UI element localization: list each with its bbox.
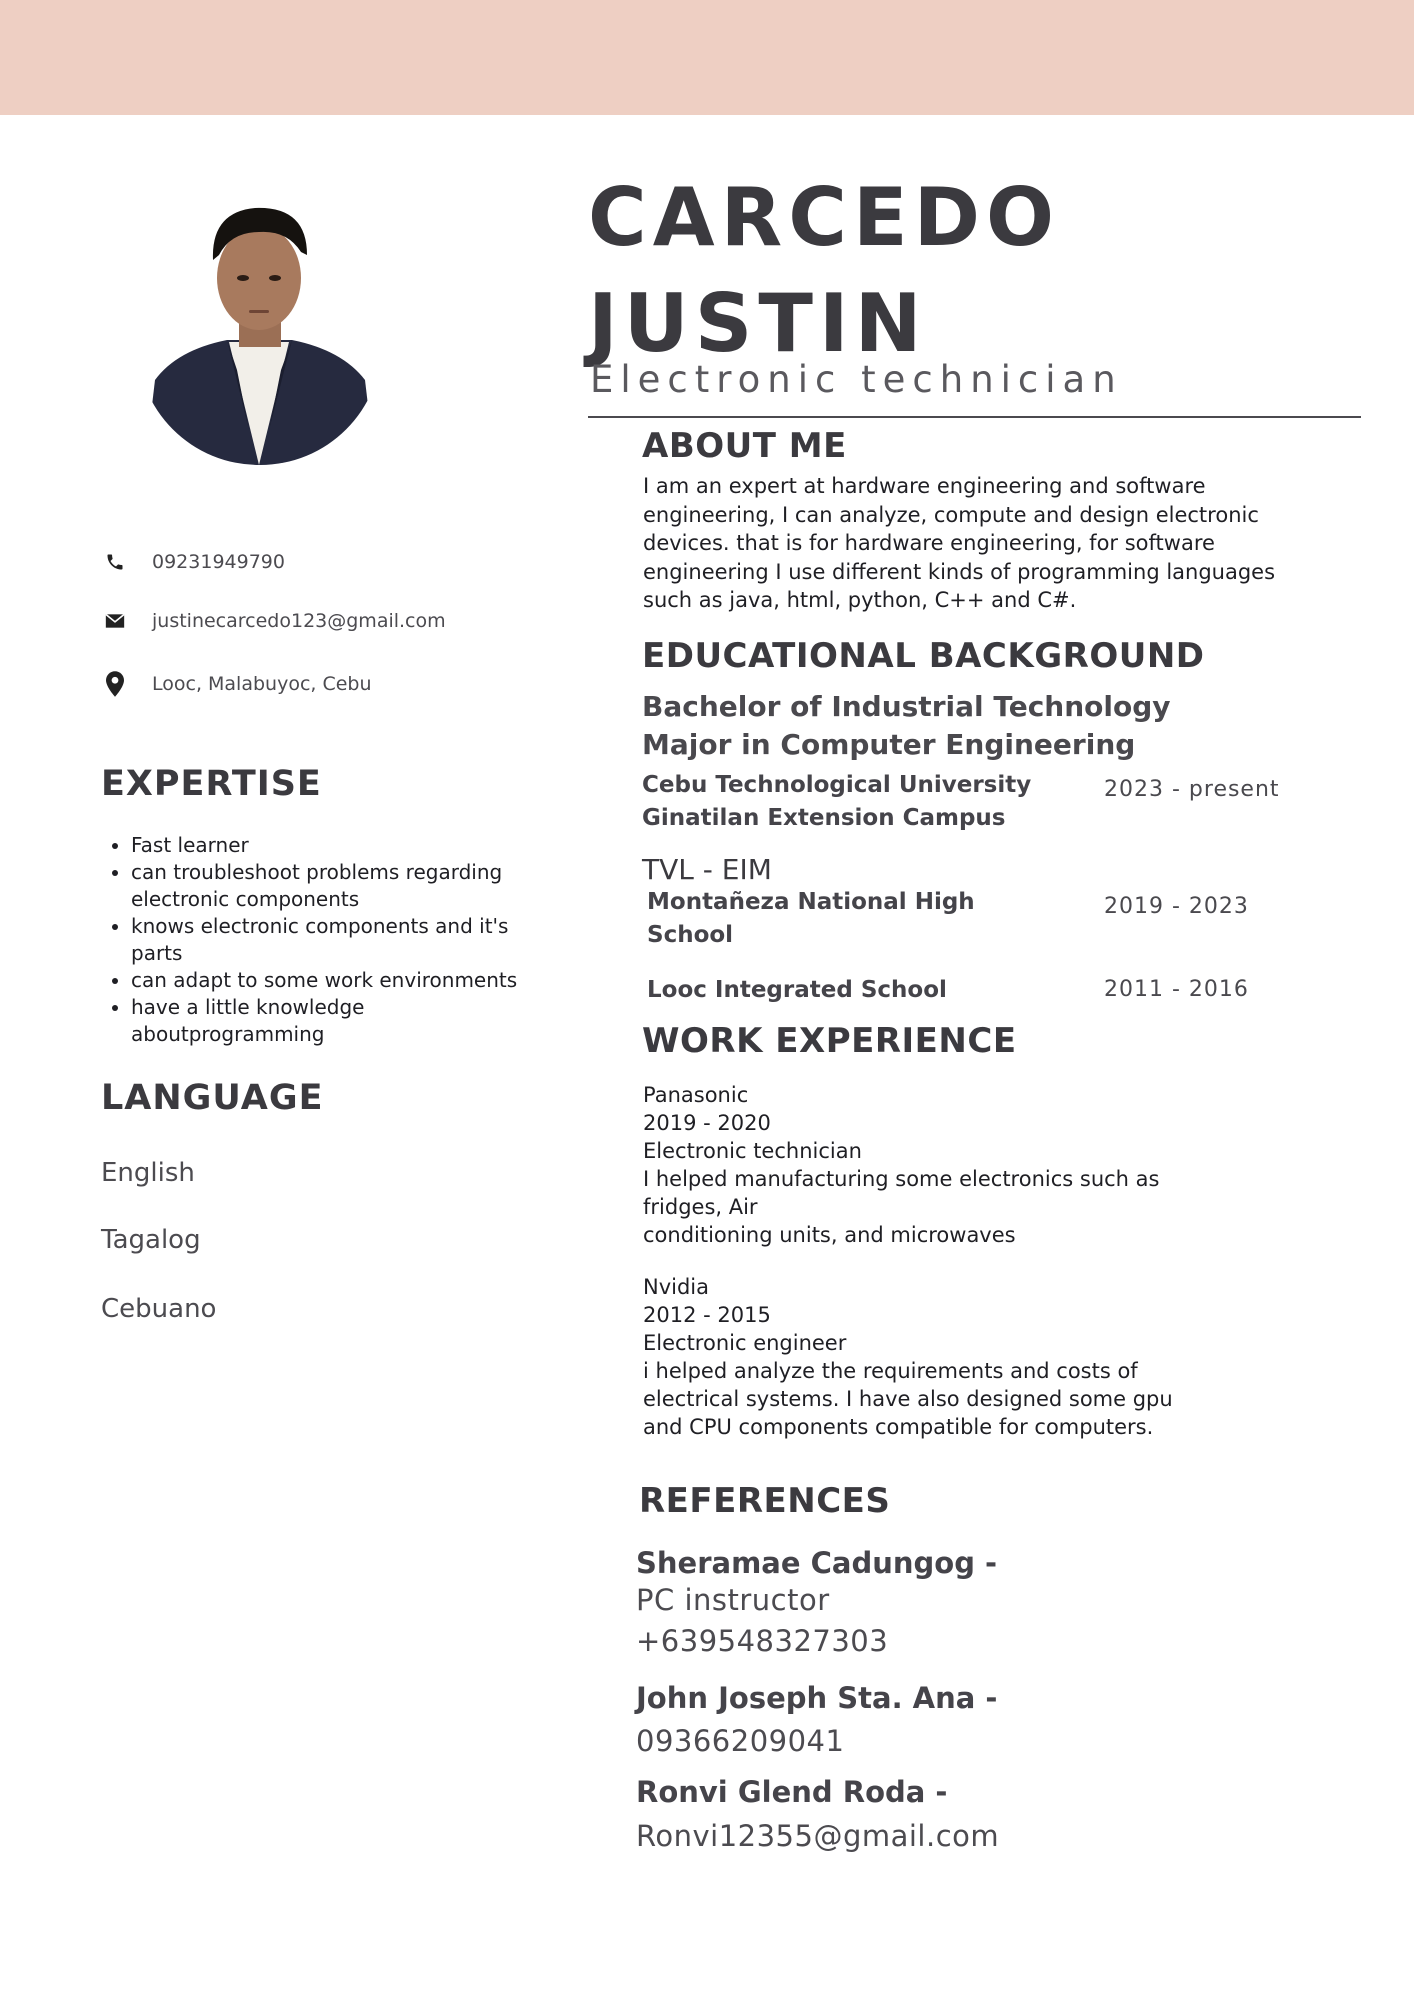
highschool-years: 2019 - 2023 bbox=[1104, 894, 1249, 919]
list-item: have a little knowledge aboutprogramming bbox=[131, 994, 551, 1048]
degree-line-1: Bachelor of Industrial Technology bbox=[642, 690, 1171, 723]
contact-address: Looc, Malabuyoc, Cebu bbox=[103, 671, 372, 697]
college-years: 2023 - present bbox=[1104, 777, 1280, 802]
language-heading: LANGUAGE bbox=[101, 1078, 324, 1118]
reference-name: John Joseph Sta. Ana - bbox=[636, 1681, 998, 1715]
contact-email: justinecarcedo123@gmail.com bbox=[103, 609, 446, 633]
name-line-1: CARCEDO bbox=[588, 171, 1060, 264]
work-heading: WORK EXPERIENCE bbox=[642, 1021, 1017, 1061]
job-company: Nvidia bbox=[643, 1275, 710, 1299]
list-item: Fast learner bbox=[131, 832, 551, 859]
highschool-name: Montañeza National High School bbox=[647, 886, 975, 952]
language-item: Tagalog bbox=[101, 1225, 201, 1255]
education-heading: EDUCATIONAL BACKGROUND bbox=[642, 636, 1205, 676]
header-band bbox=[0, 0, 1414, 115]
job-role: Electronic technician bbox=[590, 358, 1123, 401]
candidate-name: CARCEDO JUSTIN bbox=[588, 165, 1060, 377]
highschool-line-2: School bbox=[647, 922, 734, 948]
list-item: can adapt to some work environments bbox=[131, 967, 551, 994]
profile-photo bbox=[137, 200, 382, 465]
job-title: Electronic technician bbox=[643, 1139, 862, 1163]
job-description: I helped manufacturing some electronics … bbox=[643, 1167, 1160, 1219]
about-text: I am an expert at hardware engineering a… bbox=[643, 474, 1276, 612]
job-description: i helped analyze the requirements and co… bbox=[643, 1359, 1173, 1439]
language-item: English bbox=[101, 1158, 195, 1188]
references-heading: REFERENCES bbox=[639, 1481, 891, 1521]
divider bbox=[588, 416, 1361, 418]
reference-name: Sheramae Cadungog - bbox=[636, 1546, 998, 1580]
job-company: Panasonic bbox=[643, 1083, 749, 1107]
list-item: knows electronic components and it's par… bbox=[131, 913, 551, 967]
college-line-1: Cebu Technological University bbox=[642, 772, 1032, 798]
phone-icon bbox=[103, 550, 127, 574]
mail-icon bbox=[103, 609, 127, 633]
job-entry: Panasonic 2019 - 2020 Electronic technic… bbox=[643, 1081, 1203, 1249]
track-name: TVL - EIM bbox=[642, 853, 772, 886]
highschool-line-1: Montañeza National High bbox=[647, 889, 975, 915]
job-years: 2012 - 2015 bbox=[643, 1303, 771, 1327]
job-description-cont: conditioning units, and microwaves bbox=[643, 1223, 1016, 1247]
location-pin-icon bbox=[103, 671, 127, 697]
degree-line-2: Major in Computer Engineering bbox=[642, 728, 1136, 761]
reference-phone: +639548327303 bbox=[636, 1624, 889, 1658]
email-address: justinecarcedo123@gmail.com bbox=[152, 610, 446, 632]
college-name: Cebu Technological University Ginatilan … bbox=[642, 769, 1031, 835]
phone-number: 09231949790 bbox=[152, 551, 285, 573]
job-years: 2019 - 2020 bbox=[643, 1111, 771, 1135]
language-item: Cebuano bbox=[101, 1294, 217, 1324]
job-title: Electronic engineer bbox=[643, 1331, 847, 1355]
elementary-name: Looc Integrated School bbox=[647, 977, 947, 1003]
degree-title: Bachelor of Industrial Technology Major … bbox=[642, 688, 1242, 764]
reference-phone: 09366209041 bbox=[636, 1724, 845, 1758]
reference-email: Ronvi12355@gmail.com bbox=[636, 1819, 1000, 1853]
expertise-heading: EXPERTISE bbox=[101, 764, 322, 804]
elementary-years: 2011 - 2016 bbox=[1104, 977, 1249, 1002]
expertise-list: Fast learner can troubleshoot problems r… bbox=[103, 832, 551, 1048]
job-entry: Nvidia 2012 - 2015 Electronic engineer i… bbox=[643, 1273, 1203, 1441]
reference-detail: PC instructor bbox=[636, 1583, 830, 1617]
reference-name: Ronvi Glend Roda - bbox=[636, 1775, 948, 1809]
contact-phone: 09231949790 bbox=[103, 550, 285, 574]
address-text: Looc, Malabuyoc, Cebu bbox=[152, 673, 372, 695]
college-line-2: Ginatilan Extension Campus bbox=[642, 805, 1006, 831]
about-heading: ABOUT ME bbox=[642, 426, 847, 466]
list-item: can troubleshoot problems regarding elec… bbox=[131, 859, 551, 913]
